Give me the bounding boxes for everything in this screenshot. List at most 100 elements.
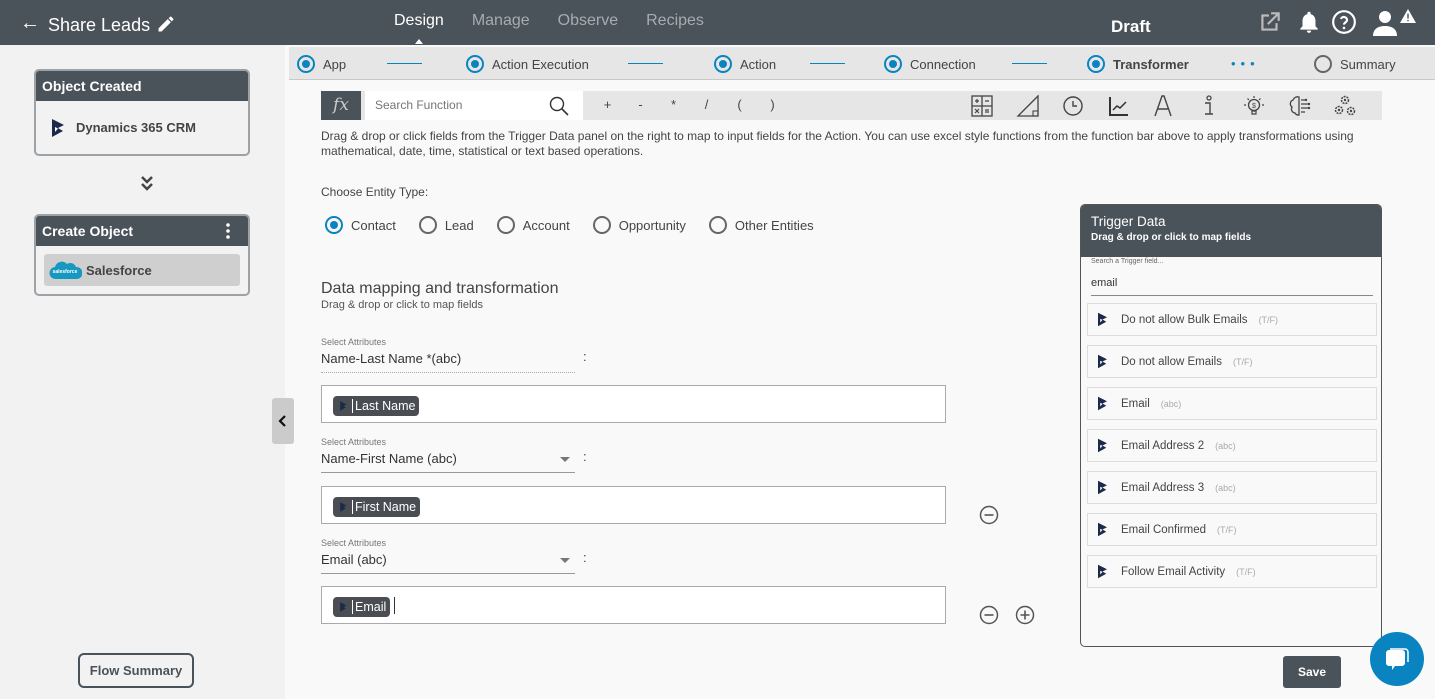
trigger-field-item[interactable]: Do not allow Bulk Emails (T/F) (1087, 303, 1377, 336)
attribute-value: Name-First Name (abc) (321, 451, 457, 466)
nav-manage[interactable]: Manage (472, 12, 530, 30)
mapped-field-label: First Name (355, 500, 417, 514)
step-action[interactable]: Action (714, 55, 776, 73)
operator-open-paren[interactable]: ( (723, 97, 756, 112)
entity-radio-other[interactable]: Other Entities (708, 216, 814, 234)
salesforce-logo-icon: salesforce (49, 261, 82, 280)
arrow-left-icon[interactable]: ← (20, 12, 40, 35)
step-connector-dotted: ••• (1231, 56, 1260, 71)
mapping-section-subtitle: Drag & drop or click to map fields (321, 299, 484, 311)
dynamics-logo-icon (1098, 522, 1107, 537)
mapping-input[interactable]: Email (321, 586, 946, 624)
nav-recipes[interactable]: Recipes (646, 12, 704, 30)
dynamics-logo-icon (1098, 354, 1107, 369)
step-check-icon (466, 55, 484, 73)
action-app-chip[interactable]: salesforce Salesforce (44, 254, 240, 286)
attribute-value: Email (abc) (321, 552, 387, 567)
operator-plus[interactable]: + (591, 97, 624, 112)
step-label: Transformer (1113, 56, 1189, 72)
chat-bubble-icon (1386, 648, 1409, 670)
operator-minus[interactable]: - (624, 97, 657, 112)
mapping-input[interactable]: First Name (321, 486, 946, 524)
remove-row-icon[interactable] (979, 505, 999, 525)
search-icon[interactable] (549, 96, 569, 116)
trigonometry-icon[interactable] (1016, 94, 1040, 118)
trigger-field-item[interactable]: Email (abc) (1087, 387, 1377, 420)
attribute-select[interactable]: Email (abc) (321, 551, 575, 574)
external-link-icon[interactable] (1257, 9, 1283, 35)
trigger-field-item[interactable]: Email Confirmed (T/F) (1087, 513, 1377, 546)
radio-label: Other Entities (734, 217, 814, 233)
line-chart-icon[interactable] (1107, 94, 1131, 118)
operator-close-paren[interactable]: ) (756, 97, 789, 112)
user-warning-icon[interactable] (1370, 6, 1420, 38)
entity-radio-contact[interactable]: Contact (325, 216, 396, 234)
ai-brain-icon[interactable] (1288, 94, 1312, 118)
status-badge: Draft (1111, 17, 1151, 36)
trigger-card[interactable]: Object Created Dynamics 365 CRM (34, 69, 250, 156)
separator: : (583, 449, 587, 464)
nav-observe[interactable]: Observe (558, 12, 618, 30)
text-cursor (394, 597, 395, 614)
caret-down-icon (560, 457, 570, 462)
step-check-icon (297, 55, 315, 73)
main-nav: Design Manage Observe Recipes (394, 12, 704, 44)
save-button[interactable]: Save (1283, 656, 1341, 688)
dynamics-logo-icon (1098, 480, 1107, 495)
step-app[interactable]: App (297, 55, 346, 73)
action-card[interactable]: Create Object salesforce Salesforce (34, 214, 250, 296)
trigger-field-type: (T/F) (1232, 356, 1253, 367)
nav-design[interactable]: Design (394, 12, 444, 44)
bell-icon[interactable] (1296, 9, 1322, 35)
step-label: Summary (1340, 56, 1396, 72)
trigger-search-label: Search a Trigger field... (1091, 258, 1164, 265)
collapse-sidebar-button[interactable] (272, 398, 294, 444)
trigger-field-item[interactable]: Do not allow Emails (T/F) (1087, 345, 1377, 378)
mapped-field-chip[interactable]: Email (333, 597, 391, 617)
dynamics-logo-icon (1098, 312, 1107, 327)
trigger-field-item[interactable]: Email Address 3 (abc) (1087, 471, 1377, 504)
mapping-instructions: Drag & drop or click fields from the Tri… (321, 129, 1354, 158)
step-summary[interactable]: Summary (1314, 55, 1396, 73)
operator-divide[interactable]: / (690, 97, 723, 112)
mapped-field-label: Last Name (355, 399, 416, 413)
trigger-search-input[interactable] (1091, 271, 1373, 296)
trigger-field-item[interactable]: Email Address 2 (abc) (1087, 429, 1377, 462)
trigger-field-type: (T/F) (1258, 314, 1279, 325)
entity-radio-account[interactable]: Account (496, 216, 570, 234)
help-icon[interactable] (1331, 9, 1357, 35)
mapped-field-chip[interactable]: Last Name (333, 396, 420, 416)
attribute-select[interactable]: Name-First Name (abc) (321, 450, 575, 473)
flow-summary-button[interactable]: Flow Summary (78, 653, 194, 688)
operator-multiply[interactable]: * (657, 97, 690, 112)
step-action-execution[interactable]: Action Execution (466, 55, 589, 73)
action-card-title: Create Object (42, 223, 134, 239)
entity-type-label: Choose Entity Type: (321, 185, 429, 199)
gears-icon[interactable] (1333, 94, 1357, 118)
dynamics-logo-icon (340, 502, 347, 512)
info-icon[interactable] (1197, 94, 1221, 118)
radio-label: Lead (444, 217, 474, 233)
chat-launcher[interactable] (1370, 632, 1424, 686)
mapped-field-chip[interactable]: First Name (333, 497, 421, 517)
attribute-select[interactable]: Name-Last Name *(abc) (321, 350, 575, 373)
step-label: Action (740, 56, 777, 72)
calculator-icon[interactable] (970, 94, 994, 118)
clock-icon[interactable] (1061, 94, 1085, 118)
mapping-input[interactable]: Last Name (321, 385, 946, 423)
step-transformer[interactable]: Transformer (1087, 55, 1189, 73)
add-row-icon[interactable] (1015, 605, 1035, 625)
remove-row-icon[interactable] (979, 605, 999, 625)
entity-radio-lead[interactable]: Lead (418, 216, 474, 234)
fx-icon[interactable]: fx (321, 91, 361, 120)
finance-bulb-icon[interactable]: $ (1242, 94, 1266, 118)
separator: : (583, 550, 587, 565)
pencil-icon[interactable] (156, 14, 176, 34)
step-connection[interactable]: Connection (884, 55, 976, 73)
text-icon[interactable] (1151, 94, 1175, 118)
entity-radio-opportunity[interactable]: Opportunity (592, 216, 686, 234)
step-check-icon (1087, 55, 1105, 73)
trigger-field-item[interactable]: Follow Email Activity (T/F) (1087, 555, 1377, 588)
kebab-menu-icon[interactable] (226, 223, 230, 239)
trigger-data-header: Trigger Data Drag & drop or click to map… (1081, 205, 1381, 257)
